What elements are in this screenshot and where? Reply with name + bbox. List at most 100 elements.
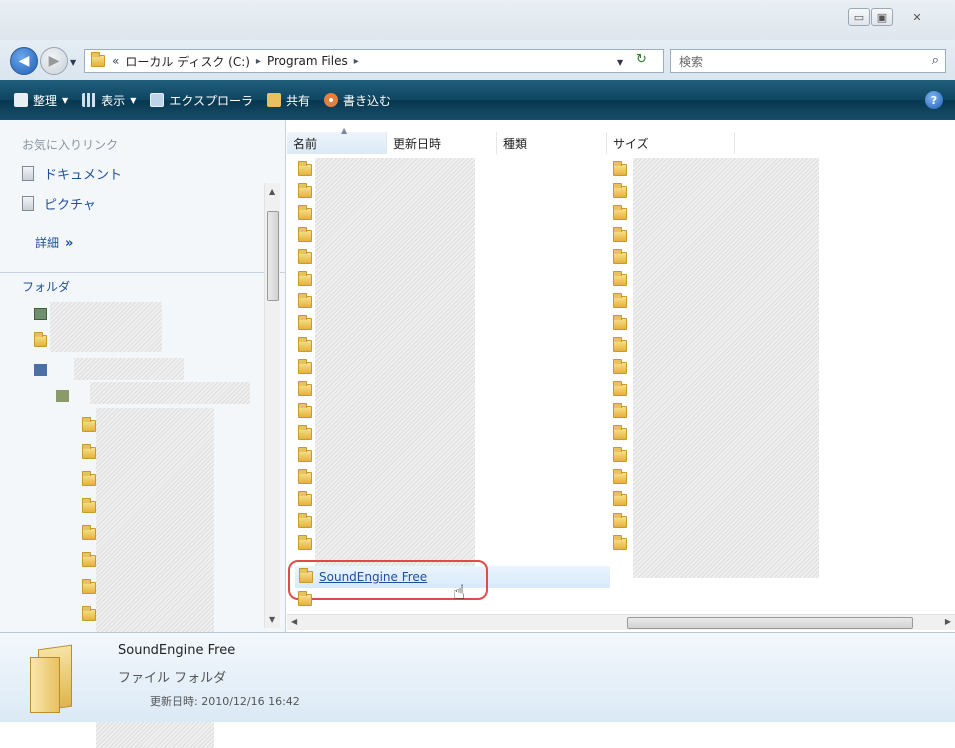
folder-icon[interactable] <box>298 403 312 418</box>
file-list: 名前 ▲ 更新日時 種類 サイズ SoundEngine Free ☝ ◀ ▶ <box>287 120 955 632</box>
search-placeholder: 検索 <box>679 54 704 69</box>
forward-arrow-icon: ▶ <box>48 53 60 69</box>
address-overflow-chevron[interactable]: « <box>112 54 119 68</box>
folder-icon[interactable] <box>298 469 312 484</box>
column-header-name[interactable]: 名前 ▲ <box>287 126 387 154</box>
close-button[interactable]: ✕ <box>897 8 937 26</box>
scroll-down-icon[interactable]: ▼ <box>269 615 275 624</box>
scroll-up-icon[interactable]: ▲ <box>269 187 275 196</box>
folder-icon[interactable] <box>298 381 312 396</box>
favorites-title: お気に入りリンク <box>22 138 119 152</box>
address-bar[interactable]: « ローカル ディスク (C:) ▸ Program Files ▸ <box>84 49 664 73</box>
views-button[interactable]: 表示 ▼ <box>82 92 136 109</box>
desktop-icon[interactable] <box>34 308 47 320</box>
explore-button[interactable]: エクスプローラ <box>150 92 253 109</box>
folder-icon[interactable] <box>298 447 312 462</box>
organize-button[interactable]: 整理 ▼ <box>14 92 68 109</box>
folders-title: フォルダ <box>22 280 71 294</box>
folder-icon[interactable] <box>298 293 312 308</box>
folder-icon <box>613 513 627 528</box>
column-headers: 名前 ▲ 更新日時 種類 サイズ <box>287 126 955 154</box>
folder-icon[interactable] <box>82 471 96 486</box>
folder-icon <box>613 183 627 198</box>
breadcrumb-separator-icon[interactable]: ▸ <box>256 56 261 67</box>
scroll-left-icon[interactable]: ◀ <box>291 617 297 626</box>
breadcrumb-separator-icon[interactable]: ▸ <box>354 56 359 67</box>
burn-label: 書き込む <box>343 93 392 108</box>
folder-icon[interactable] <box>298 315 312 330</box>
share-label: 共有 <box>286 93 311 108</box>
favorite-pictures[interactable]: ピクチャ <box>22 194 96 213</box>
folder-icon[interactable] <box>82 417 96 432</box>
address-dropdown[interactable]: ▼ <box>617 58 623 67</box>
horizontal-scroll-thumb[interactable] <box>627 617 913 629</box>
folder-icon[interactable] <box>298 591 312 606</box>
explorer-icon <box>150 93 165 107</box>
folder-icon[interactable] <box>298 205 312 220</box>
burn-disc-icon <box>324 93 339 107</box>
burn-button[interactable]: 書き込む <box>324 92 391 109</box>
organize-icon <box>14 93 28 107</box>
column-header-size[interactable]: サイズ <box>607 132 735 154</box>
favorite-documents[interactable]: ドキュメント <box>22 164 122 183</box>
folder-icon[interactable] <box>298 271 312 286</box>
folder-icon[interactable] <box>82 579 96 594</box>
search-input[interactable]: 検索 ⌕ <box>670 49 946 73</box>
back-button[interactable]: ◀ <box>10 47 38 75</box>
sort-ascending-icon: ▲ <box>341 126 348 135</box>
more-links-label: 詳細 <box>35 236 60 250</box>
share-button[interactable]: 共有 <box>267 92 310 109</box>
folder-icon <box>613 359 627 374</box>
folder-icon[interactable] <box>298 535 312 550</box>
maximize-button[interactable]: ▣ <box>871 8 893 26</box>
folder-icon[interactable] <box>298 249 312 264</box>
folder-icon[interactable] <box>298 227 312 242</box>
folder-icon[interactable] <box>82 552 96 567</box>
minimize-button[interactable]: ▭ <box>848 8 870 26</box>
recent-pages-dropdown[interactable]: ▼ <box>70 58 76 67</box>
folder-icon[interactable] <box>82 525 96 540</box>
horizontal-scrollbar[interactable]: ◀ ▶ <box>287 614 955 630</box>
forward-button[interactable]: ▶ <box>40 47 68 75</box>
more-links[interactable]: 詳細 » <box>35 234 73 251</box>
folders-header[interactable]: フォルダ ⌄ <box>0 272 286 296</box>
tree-scroll-thumb[interactable] <box>267 211 279 301</box>
search-icon[interactable]: ⌕ <box>932 53 939 68</box>
folder-icon[interactable] <box>298 513 312 528</box>
folder-icon[interactable] <box>298 161 312 176</box>
views-icon <box>82 93 97 107</box>
column-header-date[interactable]: 更新日時 <box>387 132 497 154</box>
tree-scrollbar[interactable]: ▲ ▼ <box>264 183 280 628</box>
column-header-date-label: 更新日時 <box>393 136 442 151</box>
folder-icon <box>613 205 627 220</box>
folder-icon[interactable] <box>298 183 312 198</box>
address-row: ◀ ▶ ▼ « ローカル ディスク (C:) ▸ Program Files ▸… <box>0 40 955 80</box>
computer-icon[interactable] <box>56 390 69 402</box>
refresh-icon[interactable]: ↻ <box>636 52 647 67</box>
user-icon[interactable] <box>34 364 47 376</box>
folder-icon[interactable] <box>34 332 47 347</box>
breadcrumb-local-disk[interactable]: ローカル ディスク (C:) <box>125 53 250 70</box>
scroll-right-icon[interactable]: ▶ <box>945 617 951 626</box>
breadcrumb-program-files[interactable]: Program Files <box>267 54 348 68</box>
folder-icon[interactable] <box>298 425 312 440</box>
folder-icon[interactable] <box>82 444 96 459</box>
details-item-name: SoundEngine Free <box>118 643 236 658</box>
pictures-icon <box>22 196 34 211</box>
folder-icon[interactable] <box>298 491 312 506</box>
folder-icon[interactable] <box>298 337 312 352</box>
column-header-size-label: サイズ <box>613 136 649 151</box>
documents-icon <box>22 166 34 181</box>
folder-icon <box>613 469 627 484</box>
folder-icon[interactable] <box>82 498 96 513</box>
help-icon[interactable]: ? <box>925 91 943 109</box>
folder-icon <box>613 227 627 242</box>
selected-folder-row[interactable]: SoundEngine Free ☝ <box>288 560 610 604</box>
folder-icon <box>613 161 627 176</box>
column-header-type-label: 種類 <box>503 136 528 151</box>
folder-icon[interactable] <box>82 606 96 621</box>
favorite-pictures-label: ピクチャ <box>44 198 96 213</box>
favorite-documents-label: ドキュメント <box>44 168 123 183</box>
column-header-type[interactable]: 種類 <box>497 132 607 154</box>
folder-icon[interactable] <box>298 359 312 374</box>
